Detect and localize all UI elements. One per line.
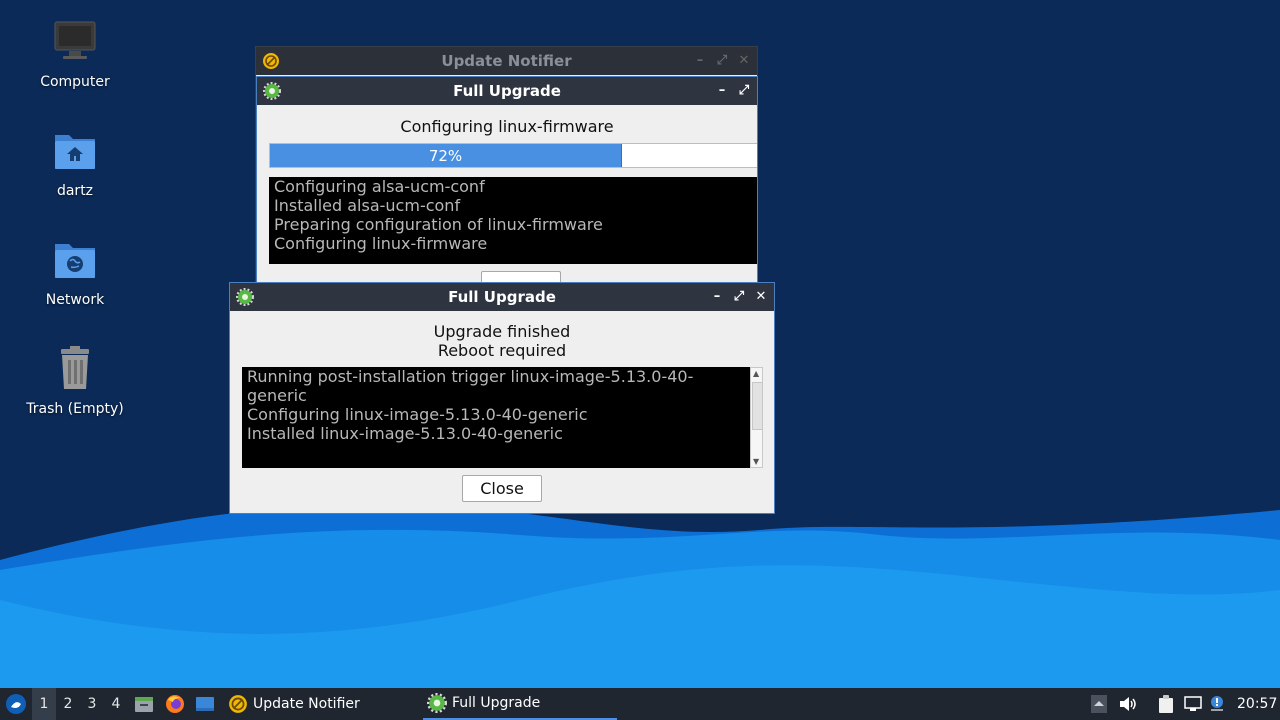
workspace-2[interactable]: 2 — [56, 688, 80, 720]
log-line: Installed linux-image-5.13.0-40-generic — [247, 424, 563, 443]
desktop-icon-home[interactable]: dartz — [15, 127, 135, 199]
log-line: Running post-installation trigger linux-… — [247, 367, 694, 405]
maximize-button[interactable]: ⤢ — [713, 47, 731, 75]
trash-icon — [61, 346, 89, 389]
log-line: Installed alsa-ucm-conf — [274, 196, 461, 215]
start-menu-button[interactable] — [4, 688, 28, 720]
scrollbar-thumb[interactable] — [752, 382, 763, 430]
desktop-icon-label: Computer — [40, 74, 110, 90]
minimize-button[interactable]: – — [691, 47, 709, 75]
close-button[interactable]: ✕ — [735, 47, 753, 75]
task-label: Update Notifier — [253, 696, 360, 712]
window-title: Update Notifier — [441, 52, 572, 70]
window-title: Full Upgrade — [448, 288, 556, 306]
full-upgrade-window-back[interactable]: Full Upgrade – ⤢ Configuring linux-firmw… — [256, 76, 758, 286]
maximize-button[interactable]: ⤢ — [730, 283, 748, 311]
upgrade-log[interactable]: Running post-installation trigger linux-… — [242, 367, 750, 468]
task-full-upgrade[interactable]: Full Upgrade — [423, 688, 617, 720]
network-button[interactable] — [1183, 688, 1203, 720]
update-notifier-titlebar[interactable]: Update Notifier – ⤢ ✕ — [256, 47, 757, 75]
task-update-notifier[interactable]: Update Notifier — [224, 688, 418, 720]
taskbar: 1 2 3 4 Update Notifier Full Upgrade 20:… — [0, 688, 1280, 720]
clock[interactable]: 20:57 — [1237, 688, 1277, 720]
close-button[interactable]: ✕ — [752, 283, 770, 311]
network-icon — [1184, 696, 1202, 711]
log-line: Preparing configuration of linux-firmwar… — [274, 215, 603, 234]
lubuntu-logo-icon — [6, 694, 26, 714]
upgrade-status: Configuring linux-firmware — [400, 117, 614, 136]
gear-icon — [427, 693, 447, 713]
minimize-button[interactable]: – — [713, 77, 731, 105]
desktop-icon-computer[interactable]: Computer — [15, 18, 135, 90]
log-line: Configuring alsa-ucm-conf — [274, 177, 485, 196]
firefox-icon — [166, 695, 184, 713]
file-manager-icon — [135, 697, 153, 712]
volume-icon — [1120, 697, 1136, 711]
firefox-launcher[interactable] — [164, 688, 186, 720]
show-desktop-icon — [196, 697, 214, 711]
minimize-button[interactable]: – — [708, 283, 726, 311]
workspace-4[interactable]: 4 — [104, 688, 128, 720]
full-upgrade-titlebar[interactable]: Full Upgrade – ⤢ ✕ — [230, 283, 774, 311]
full-upgrade-window-front[interactable]: Full Upgrade – ⤢ ✕ Upgrade finished Rebo… — [229, 282, 775, 514]
maximize-button[interactable]: ⤢ — [735, 77, 753, 105]
task-label: Full Upgrade — [452, 695, 541, 711]
network-folder-icon — [55, 244, 95, 278]
full-upgrade-titlebar[interactable]: Full Upgrade – ⤢ — [257, 77, 757, 105]
upgrade-log[interactable]: Configuring alsa-ucm-conf Installed alsa… — [269, 177, 757, 264]
scroll-down-icon[interactable]: ▼ — [753, 457, 759, 466]
workspace-3[interactable]: 3 — [80, 688, 104, 720]
scroll-up-icon[interactable]: ▲ — [753, 369, 759, 378]
desktop-icon-label: Network — [45, 292, 105, 308]
desktop-icon-label: Trash (Empty) — [26, 401, 124, 417]
volume-button[interactable] — [1118, 688, 1138, 720]
desktop-icon-trash[interactable]: Trash (Empty) — [15, 345, 135, 417]
tray-expand-button[interactable] — [1090, 688, 1108, 720]
close-button[interactable]: Close — [462, 475, 542, 502]
log-line: Configuring linux-image-5.13.0-40-generi… — [247, 405, 588, 424]
log-scrollbar[interactable]: ▲ ▼ — [750, 367, 763, 468]
computer-icon — [54, 21, 96, 59]
chevron-up-icon — [1091, 695, 1107, 713]
clipboard-icon — [1159, 695, 1173, 713]
gear-icon — [263, 82, 281, 100]
clipboard-button[interactable] — [1156, 688, 1176, 720]
progress-bar: 72% — [269, 143, 757, 168]
home-folder-icon — [55, 135, 95, 169]
update-notifier-icon — [229, 695, 247, 713]
notification-button[interactable] — [1208, 688, 1226, 720]
desktop-icon-label: dartz — [56, 183, 94, 199]
log-line: Configuring linux-firmware — [274, 234, 488, 253]
gear-icon — [236, 288, 254, 306]
file-manager-launcher[interactable] — [134, 688, 154, 720]
reboot-required-text: Reboot required — [437, 341, 567, 360]
update-alert-icon — [1211, 696, 1223, 711]
progress-label: 72% — [428, 146, 463, 165]
upgrade-finished-text: Upgrade finished — [433, 322, 571, 341]
workspace-1[interactable]: 1 — [32, 688, 56, 720]
window-title: Full Upgrade — [453, 82, 561, 100]
update-notifier-icon — [263, 53, 279, 69]
desktop-icon-network[interactable]: Network — [15, 236, 135, 308]
desktop-launcher[interactable] — [194, 688, 216, 720]
